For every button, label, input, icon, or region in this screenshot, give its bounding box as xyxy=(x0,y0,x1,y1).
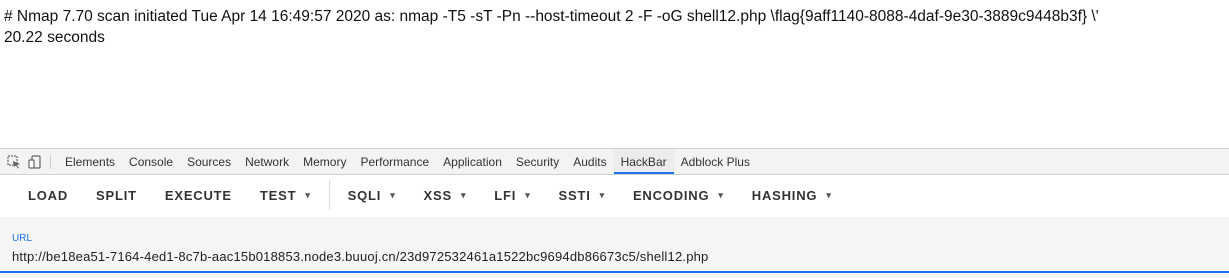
tab-network[interactable]: Network xyxy=(238,149,296,174)
tab-performance[interactable]: Performance xyxy=(353,149,436,174)
load-button-label: LOAD xyxy=(28,187,69,203)
execute-button-label: EXECUTE xyxy=(164,187,232,203)
tab-hackbar[interactable]: HackBar xyxy=(613,149,674,174)
tab-adblock-plus[interactable]: Adblock Plus xyxy=(674,149,757,174)
page-output-text: # Nmap 7.70 scan initiated Tue Apr 14 16… xyxy=(4,6,1229,48)
split-button[interactable]: SPLIT xyxy=(82,180,151,210)
chevron-down-icon: ▾ xyxy=(718,189,724,200)
chevron-down-icon: ▾ xyxy=(599,189,605,200)
url-field[interactable]: URL http://be18ea51-7164-4ed1-8c7b-aac15… xyxy=(0,217,1229,278)
output-line-1: # Nmap 7.70 scan initiated Tue Apr 14 16… xyxy=(4,8,1099,25)
test-dropdown[interactable]: TEST ▾ xyxy=(246,180,325,210)
hashing-dropdown[interactable]: HASHING ▾ xyxy=(738,180,846,210)
url-focus-underline xyxy=(0,271,1229,273)
tab-console[interactable]: Console xyxy=(122,149,180,174)
chevron-down-icon: ▾ xyxy=(525,189,531,200)
ssti-dropdown[interactable]: SSTI ▾ xyxy=(545,180,619,210)
chevron-down-icon: ▾ xyxy=(305,189,311,200)
chevron-down-icon: ▾ xyxy=(460,189,467,200)
tabbar-separator xyxy=(50,154,51,169)
execute-button[interactable]: EXECUTE xyxy=(151,180,246,210)
inspect-element-icon[interactable] xyxy=(7,154,21,169)
tab-application[interactable]: Application xyxy=(436,149,509,174)
sqli-dropdown[interactable]: SQLI ▾ xyxy=(334,180,410,210)
devtools-panel: Elements Console Sources Network Memory … xyxy=(0,148,1229,278)
xss-dropdown-label: XSS xyxy=(423,187,452,203)
tab-memory[interactable]: Memory xyxy=(296,149,353,174)
url-input[interactable]: http://be18ea51-7164-4ed1-8c7b-aac15b018… xyxy=(12,249,1217,264)
encoding-dropdown[interactable]: ENCODING ▾ xyxy=(619,180,738,210)
hackbar-toolbar: LOAD SPLIT EXECUTE TEST ▾ SQLI ▾ XSS ▾ LFI ▾… xyxy=(0,175,1229,215)
load-button[interactable]: LOAD xyxy=(14,180,82,210)
page-content: # Nmap 7.70 scan initiated Tue Apr 14 16… xyxy=(0,0,1229,148)
devtools-tabbar: Elements Console Sources Network Memory … xyxy=(0,149,1229,175)
xss-dropdown[interactable]: XSS ▾ xyxy=(410,180,481,210)
sqli-dropdown-label: SQLI xyxy=(347,187,382,203)
chevron-down-icon: ▾ xyxy=(390,189,396,200)
tab-security[interactable]: Security xyxy=(509,149,566,174)
device-toggle-icon[interactable] xyxy=(28,154,42,169)
chevron-down-icon: ▾ xyxy=(826,189,832,200)
tab-audits[interactable]: Audits xyxy=(566,149,613,174)
ssti-dropdown-label: SSTI xyxy=(558,187,591,203)
split-button-label: SPLIT xyxy=(96,187,137,203)
toolbar-divider xyxy=(328,180,330,210)
tab-sources[interactable]: Sources xyxy=(180,149,238,174)
lfi-dropdown-label: LFI xyxy=(494,187,517,203)
tab-elements[interactable]: Elements xyxy=(58,149,122,174)
lfi-dropdown[interactable]: LFI ▾ xyxy=(480,180,544,210)
hashing-dropdown-label: HASHING xyxy=(751,187,818,203)
output-line-2: 20.22 seconds xyxy=(4,29,105,46)
encoding-dropdown-label: ENCODING xyxy=(632,187,710,203)
test-dropdown-label: TEST xyxy=(259,187,297,203)
url-label: URL xyxy=(12,233,33,244)
